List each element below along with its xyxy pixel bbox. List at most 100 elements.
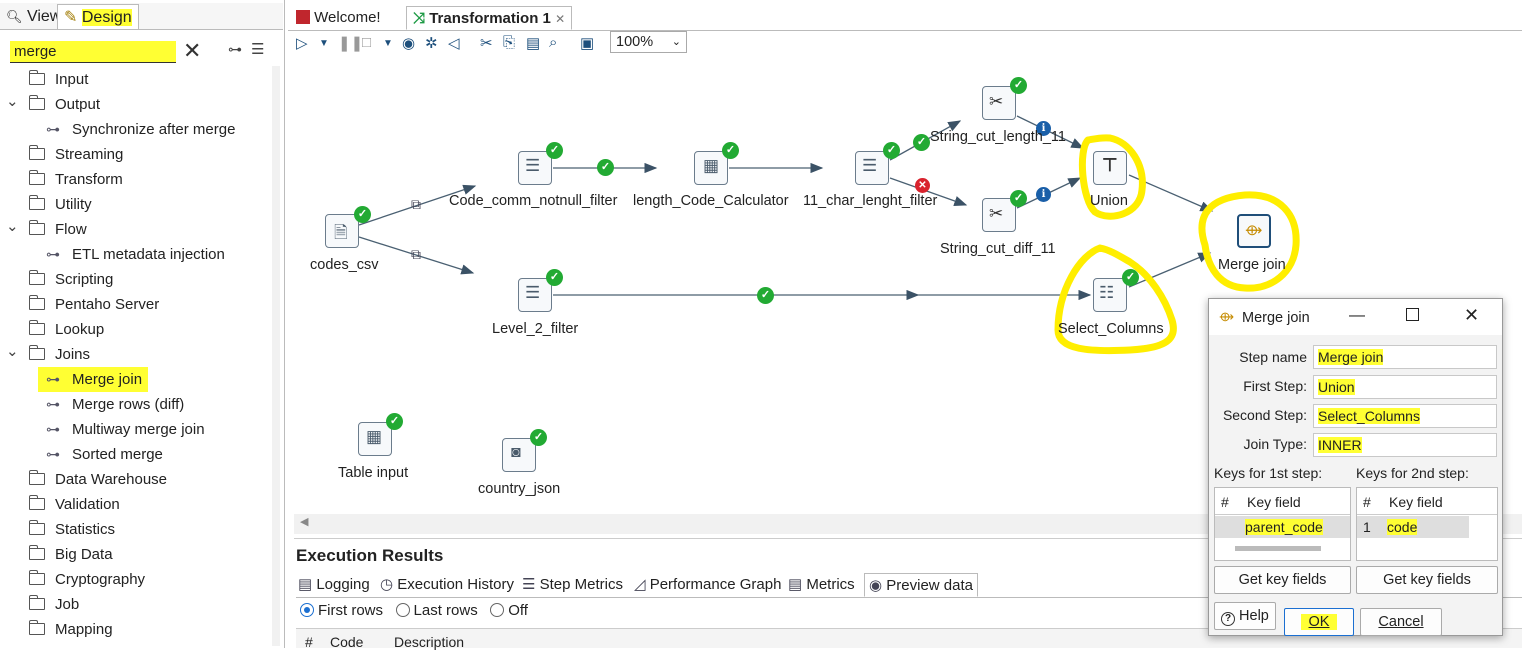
off-radio[interactable]: Off bbox=[490, 602, 528, 619]
join-type-select[interactable]: INNER bbox=[1313, 433, 1497, 457]
join-type-label: Join Type: bbox=[1243, 436, 1307, 452]
step-codes-csv[interactable]: 🗎 bbox=[325, 214, 359, 248]
last-rows-radio[interactable]: Last rows bbox=[395, 602, 478, 619]
get-key-fields-1-button[interactable]: Get key fields bbox=[1214, 566, 1351, 594]
hop-false-icon: ✕ bbox=[915, 178, 930, 193]
list-icon: ▤ bbox=[788, 576, 807, 593]
step-country-json[interactable]: ◙ bbox=[502, 438, 536, 472]
status-ok-icon: ✓ bbox=[722, 142, 739, 159]
first-step-select[interactable]: Union bbox=[1313, 375, 1497, 399]
grid-hscrollbar[interactable] bbox=[1235, 546, 1321, 551]
step-label: codes_csv bbox=[310, 257, 379, 273]
hop-ok-icon: ✓ bbox=[757, 287, 774, 304]
step-label: length_Code_Calculator bbox=[633, 193, 789, 209]
calculator-icon: ▦ bbox=[703, 156, 720, 175]
key1-value: parent_code bbox=[1245, 519, 1323, 535]
results-tab-performance-graph[interactable]: ◿ Performance Graph bbox=[634, 573, 781, 597]
status-ok-icon: ✓ bbox=[1122, 269, 1139, 286]
execution-results-title: Execution Results bbox=[296, 546, 444, 565]
step-label: Union bbox=[1090, 193, 1128, 209]
graph-icon: ◿ bbox=[634, 576, 650, 593]
scissors-icon: ✂ bbox=[989, 92, 1004, 111]
keys1-label: Keys for 1st step: bbox=[1214, 465, 1323, 481]
step-table-input[interactable]: ▦ bbox=[358, 422, 392, 456]
second-step-select[interactable]: Select_Columns bbox=[1313, 404, 1497, 428]
step-merge-join[interactable]: ⟴ bbox=[1237, 214, 1271, 248]
maximize-icon[interactable] bbox=[1406, 308, 1419, 321]
merge-join-icon: ⟴ bbox=[1245, 222, 1263, 239]
table-icon: ▦ bbox=[366, 427, 383, 446]
csv-file-icon: 🗎 bbox=[334, 223, 348, 242]
merge-join-dialog: ⟴ Merge join — ✕ Step name Merge join Fi… bbox=[1208, 298, 1503, 636]
preview-radio-group: First rows Last rows Off bbox=[300, 602, 528, 619]
close-icon[interactable]: ✕ bbox=[1464, 305, 1479, 326]
step-label: Merge join bbox=[1218, 257, 1286, 273]
step-label: 11_char_lenght_filter bbox=[803, 193, 938, 209]
keys2-label: Keys for 2nd step: bbox=[1356, 465, 1469, 481]
get-key-fields-2-button[interactable]: Get key fields bbox=[1356, 566, 1498, 594]
step-label: Select_Columns bbox=[1058, 321, 1164, 337]
results-tab-step-metrics[interactable]: ☰ Step Metrics bbox=[522, 573, 623, 597]
step-label: Level_2_filter bbox=[492, 321, 579, 337]
first-step-label: First Step: bbox=[1243, 378, 1307, 394]
minimize-icon[interactable]: — bbox=[1349, 307, 1365, 325]
step-label: Code_comm_notnull_filter bbox=[449, 193, 618, 209]
results-tab-metrics[interactable]: ▤ Metrics bbox=[788, 573, 855, 597]
step-11-char-filter[interactable]: ☰ bbox=[855, 151, 889, 185]
select-values-icon: ☷ bbox=[1099, 283, 1115, 302]
scissors-icon: ✂ bbox=[989, 204, 1004, 223]
step-length-code-calculator[interactable]: ▦ bbox=[694, 151, 728, 185]
first-rows-radio[interactable]: First rows bbox=[300, 602, 383, 619]
col-key-field: Key field bbox=[1247, 494, 1301, 510]
results-tab-logging[interactable]: ▤ Logging bbox=[298, 573, 370, 597]
results-tab-execution-history[interactable]: ◷ Execution History bbox=[380, 573, 514, 597]
radio-icon bbox=[395, 603, 410, 617]
step-select-columns[interactable]: ☷ bbox=[1093, 278, 1127, 312]
radio-icon bbox=[300, 603, 314, 617]
help-icon: ? bbox=[1221, 612, 1235, 626]
status-ok-icon: ✓ bbox=[883, 142, 900, 159]
step-union[interactable]: ⊤ bbox=[1093, 151, 1127, 185]
cancel-button[interactable]: Cancel bbox=[1360, 608, 1442, 636]
json-icon: ◙ bbox=[511, 444, 521, 461]
hop-true-icon: ✓ bbox=[913, 134, 930, 151]
step-string-cut-length-11[interactable]: ✂ bbox=[982, 86, 1016, 120]
ok-button[interactable]: OK bbox=[1284, 608, 1354, 636]
status-ok-icon: ✓ bbox=[1010, 77, 1027, 94]
keys2-grid[interactable]: # Key field 1 code bbox=[1356, 487, 1498, 561]
status-ok-icon: ✓ bbox=[546, 269, 563, 286]
status-ok-icon: ✓ bbox=[386, 413, 403, 430]
copy-rows-icon: ⧉ bbox=[411, 246, 421, 262]
grid-row[interactable]: 1 code bbox=[1357, 516, 1469, 538]
dialog-title: Merge join bbox=[1242, 310, 1310, 326]
step-name-label: Step name bbox=[1239, 349, 1307, 365]
filter-icon: ☰ bbox=[525, 283, 541, 302]
col-hash: # bbox=[1221, 494, 1229, 510]
radio-icon bbox=[490, 603, 505, 617]
help-button[interactable]: ? Help bbox=[1214, 602, 1276, 630]
step-level-2-filter[interactable]: ☰ bbox=[518, 278, 552, 312]
metrics-icon: ☰ bbox=[522, 576, 540, 593]
col-key-field: Key field bbox=[1389, 494, 1443, 510]
filter-icon: ☰ bbox=[862, 156, 878, 175]
step-name-field[interactable]: Merge join bbox=[1313, 345, 1497, 369]
step-code-comm-notnull-filter[interactable]: ☰ bbox=[518, 151, 552, 185]
grid-row[interactable]: parent_code bbox=[1215, 516, 1350, 538]
hammer-icon: ⊤ bbox=[1102, 155, 1118, 175]
filter-icon: ☰ bbox=[525, 156, 541, 175]
step-label: String_cut_diff_11 bbox=[940, 241, 1056, 257]
status-ok-icon: ✓ bbox=[530, 429, 547, 446]
results-tab-preview-data[interactable]: ◉ Preview data bbox=[864, 573, 978, 597]
status-ok-icon: ✓ bbox=[354, 206, 371, 223]
key2-value: code bbox=[1387, 519, 1418, 535]
merge-join-icon: ⟴ bbox=[1219, 309, 1235, 324]
status-ok-icon: ✓ bbox=[546, 142, 563, 159]
copy-rows-icon: ⧉ bbox=[411, 196, 421, 212]
hop-ok-icon: ✓ bbox=[597, 159, 614, 176]
step-label: country_json bbox=[478, 481, 561, 497]
eye-icon: ◉ bbox=[869, 577, 887, 594]
history-icon: ◷ bbox=[380, 576, 398, 593]
row-index: 1 bbox=[1363, 519, 1371, 535]
keys1-grid[interactable]: # Key field parent_code bbox=[1214, 487, 1351, 561]
second-step-label: Second Step: bbox=[1222, 407, 1307, 423]
